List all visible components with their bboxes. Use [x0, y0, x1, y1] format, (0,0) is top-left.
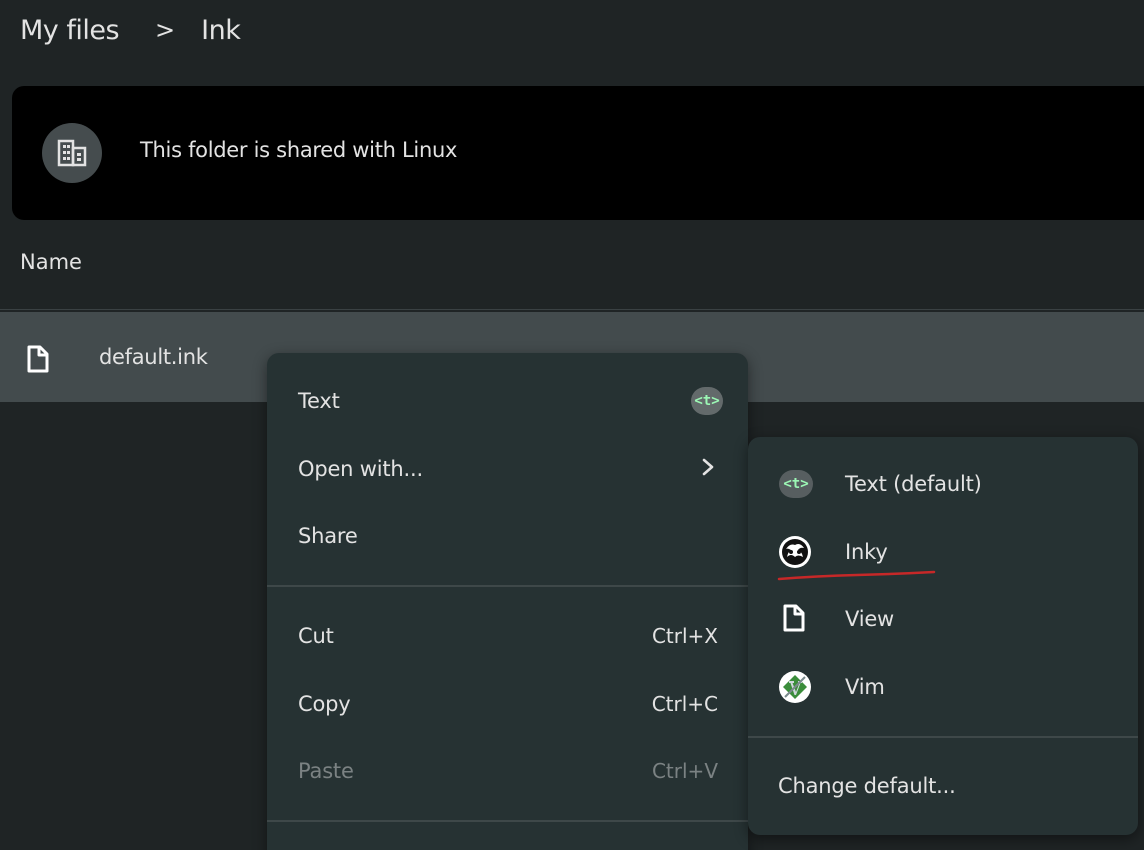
breadcrumb-separator: > — [155, 16, 176, 44]
text-app-icon: <t> — [691, 387, 723, 415]
files-app-window: My files > Ink This folder is shared wit… — [0, 0, 1144, 850]
column-header-name[interactable]: Name — [20, 250, 82, 274]
banner-text: This folder is shared with Linux — [140, 138, 458, 162]
column-divider — [0, 309, 1144, 310]
menu-item-cut[interactable]: Cut Ctrl+X — [267, 606, 748, 666]
menu-item-label: Copy — [298, 692, 351, 716]
menu-item-label: Change default... — [778, 774, 956, 798]
file-name: default.ink — [99, 345, 208, 369]
menu-item-label: Text — [298, 389, 340, 413]
submenu-item-vim[interactable]: Vim — [748, 657, 1138, 717]
breadcrumb: My files > Ink — [20, 10, 241, 50]
breadcrumb-my-files[interactable]: My files — [20, 15, 120, 46]
context-menu: Text <t> Open with... Share Cut Ctrl+X C… — [267, 353, 748, 850]
menu-item-copy[interactable]: Copy Ctrl+C — [267, 674, 748, 734]
submenu-item-change-default[interactable]: Change default... — [748, 756, 1138, 816]
menu-divider — [267, 585, 748, 587]
file-icon — [782, 604, 808, 634]
linux-shared-banner: This folder is shared with Linux — [12, 86, 1144, 220]
menu-item-paste: Paste Ctrl+V — [267, 741, 748, 801]
annotation-underline — [777, 570, 936, 581]
menu-item-shortcut: Ctrl+X — [651, 624, 718, 648]
chevron-right-icon — [702, 458, 714, 480]
menu-item-label: Vim — [845, 675, 885, 699]
menu-item-shortcut: Ctrl+V — [651, 759, 718, 783]
file-icon — [26, 345, 50, 377]
submenu-item-view[interactable]: View — [748, 589, 1138, 649]
menu-item-label: Cut — [298, 624, 334, 648]
menu-item-open-with[interactable]: Open with... — [267, 439, 748, 499]
menu-item-share[interactable]: Share — [267, 506, 748, 566]
menu-item-text[interactable]: Text <t> — [267, 371, 748, 431]
submenu-item-text-default[interactable]: <t> Text (default) — [748, 454, 1138, 514]
breadcrumb-ink[interactable]: Ink — [201, 15, 241, 46]
menu-item-label: Open with... — [298, 457, 423, 481]
inky-app-icon — [778, 535, 812, 569]
menu-item-shortcut: Ctrl+C — [651, 692, 718, 716]
menu-item-label: Paste — [298, 759, 354, 783]
building-icon — [42, 123, 102, 183]
menu-item-label: View — [845, 607, 895, 631]
open-with-submenu: <t> Text (default) Inky View Vim Change … — [748, 437, 1138, 835]
menu-item-label: Inky — [845, 540, 888, 564]
vim-app-icon — [778, 670, 812, 704]
menu-item-label: Share — [298, 524, 358, 548]
menu-item-label: Text (default) — [845, 472, 982, 496]
text-app-icon: <t> — [779, 470, 813, 498]
menu-divider — [267, 820, 748, 822]
menu-divider — [748, 736, 1138, 738]
